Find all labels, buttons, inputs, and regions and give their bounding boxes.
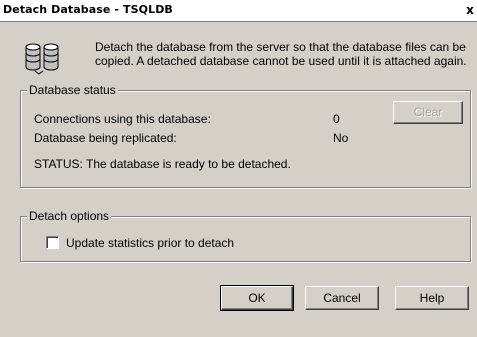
close-icon[interactable]: x <box>463 2 477 18</box>
connections-value: 0 <box>333 112 340 126</box>
status-text: STATUS: The database is ready to be deta… <box>34 157 291 171</box>
window-title: Detach Database - TSQLDB <box>3 3 173 16</box>
dialog-description: Detach the database from the server so t… <box>95 40 467 68</box>
help-button[interactable]: Help <box>395 286 469 310</box>
ok-button[interactable]: OK <box>220 285 294 311</box>
replicated-label: Database being replicated: <box>34 131 177 145</box>
update-statistics-label[interactable]: Update statistics prior to detach <box>66 236 234 250</box>
replicated-value: No <box>333 131 349 145</box>
clear-button[interactable]: Clear <box>393 101 463 124</box>
connections-label: Connections using this database: <box>34 112 211 126</box>
cancel-button[interactable]: Cancel <box>305 286 379 310</box>
update-statistics-checkbox[interactable] <box>46 236 59 249</box>
database-icon <box>25 43 59 75</box>
detach-options-label: Detach options <box>27 209 112 223</box>
title-bar: Detach Database - TSQLDB x <box>0 0 477 22</box>
database-status-label: Database status <box>27 83 118 97</box>
